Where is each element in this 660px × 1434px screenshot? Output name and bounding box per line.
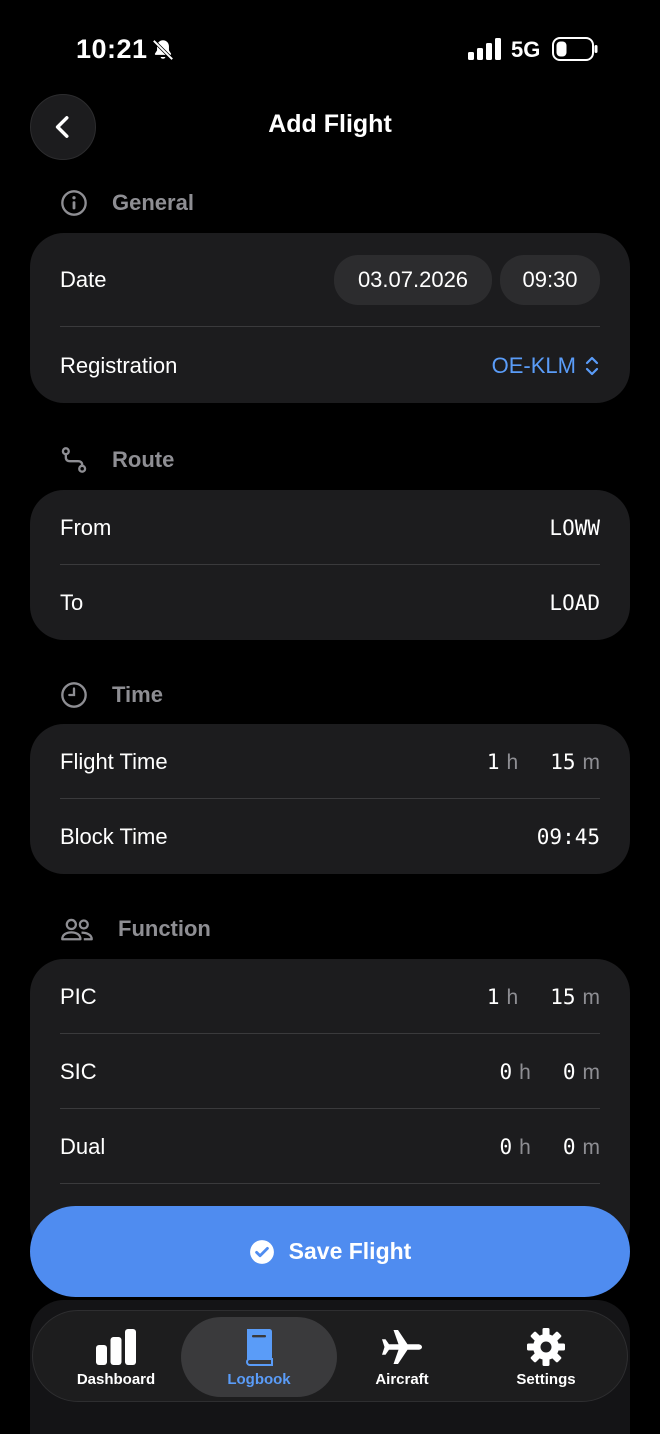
book-icon — [245, 1328, 273, 1366]
bar-chart-icon — [96, 1328, 136, 1365]
info-icon — [61, 190, 87, 216]
registration-row[interactable]: Registration OE-KLM — [60, 341, 600, 391]
network-type: 5G — [511, 37, 541, 62]
airplane-icon — [382, 1329, 422, 1364]
divider — [60, 326, 600, 327]
minutes-value: 0 — [562, 1059, 576, 1084]
tab-label: Dashboard — [76, 1370, 156, 1388]
to-row[interactable]: To LOAD — [60, 578, 600, 628]
pic-time-picker[interactable]: 1 h 15 m — [487, 985, 600, 1010]
time-card: Flight Time 1 h 15 m Block Time 09:45 — [30, 724, 630, 874]
hours-value: 0 — [499, 1059, 513, 1084]
minutes-unit: m — [582, 1060, 601, 1084]
battery-icon — [552, 37, 598, 61]
function-row-sic: SIC 0 h 0 m — [60, 1047, 600, 1097]
hours-value: 1 — [486, 749, 500, 774]
to-input[interactable]: LOAD — [549, 591, 600, 615]
tab-bar: Dashboard Logbook Aircraft Settings — [32, 1310, 628, 1402]
divider — [60, 564, 600, 565]
minutes-unit: m — [582, 985, 601, 1009]
date-row: Date 03.07.2026 09:30 — [60, 255, 600, 305]
section-title: Function — [118, 916, 211, 941]
status-bar: 10:21 5G — [0, 0, 660, 100]
section-title: Route — [112, 447, 175, 472]
from-label: From — [60, 515, 112, 540]
block-time-row: Block Time 09:45 — [60, 812, 600, 862]
route-card: From LOWW To LOAD — [30, 490, 630, 640]
checkmark-circle-icon — [249, 1239, 274, 1264]
block-time-value[interactable]: 09:45 — [537, 825, 600, 849]
section-function-heading: Function — [60, 915, 211, 943]
hours-unit: h — [506, 985, 519, 1009]
hours-unit: h — [506, 750, 519, 774]
registration-value: OE-KLM — [491, 353, 576, 378]
flight-time-picker[interactable]: 1 h 15 m — [487, 750, 600, 775]
cellular-signal-icon — [468, 38, 501, 60]
registration-label: Registration — [60, 353, 178, 378]
time-picker[interactable]: 09:30 — [500, 255, 600, 305]
general-card: Date 03.07.2026 09:30 Registration OE-KL… — [30, 233, 630, 403]
dual-time-picker[interactable]: 0 h 0 m — [500, 1135, 601, 1160]
date-label: Date — [60, 267, 107, 292]
save-button-label: Save Flight — [288, 1238, 412, 1264]
from-row[interactable]: From LOWW — [60, 503, 600, 553]
function-label: SIC — [60, 1059, 97, 1084]
divider — [60, 1183, 600, 1184]
chevron-up-down-icon — [585, 356, 599, 376]
hours-value: 1 — [486, 984, 500, 1009]
section-time-heading: Time — [60, 681, 163, 709]
minutes-unit: m — [582, 750, 601, 774]
tab-label: Settings — [516, 1370, 576, 1388]
flight-time-row: Flight Time 1 h 15 m — [60, 737, 600, 787]
tab-dashboard[interactable]: Dashboard — [41, 1317, 191, 1397]
tab-label: Logbook — [227, 1370, 291, 1388]
tab-aircraft[interactable]: Aircraft — [327, 1317, 477, 1397]
function-row-dual: Dual 0 h 0 m — [60, 1122, 600, 1172]
tab-label: Aircraft — [375, 1370, 429, 1388]
flight-time-label: Flight Time — [60, 749, 168, 774]
function-label: PIC — [60, 984, 97, 1009]
clock-icon — [61, 682, 87, 708]
divider — [60, 1033, 600, 1034]
section-title: General — [112, 190, 194, 215]
to-label: To — [60, 590, 84, 615]
section-title: Time — [112, 682, 163, 707]
registration-selector[interactable]: OE-KLM — [492, 353, 600, 379]
bell-slash-icon — [152, 39, 174, 61]
hours-unit: h — [519, 1135, 531, 1159]
route-icon — [61, 447, 87, 473]
tab-settings[interactable]: Settings — [471, 1317, 621, 1397]
minutes-unit: m — [582, 1135, 601, 1159]
divider — [60, 1108, 600, 1109]
hours-value: 0 — [499, 1134, 513, 1159]
divider — [60, 798, 600, 799]
section-route-heading: Route — [60, 446, 174, 474]
block-time-label: Block Time — [60, 824, 168, 849]
function-label: Dual — [60, 1134, 106, 1159]
tab-logbook[interactable]: Logbook — [181, 1317, 337, 1397]
page-title: Add Flight — [268, 110, 392, 138]
section-general-heading: General — [60, 189, 194, 217]
from-input[interactable]: LOWW — [549, 516, 600, 540]
date-picker[interactable]: 03.07.2026 — [334, 255, 492, 305]
save-flight-button[interactable]: Save Flight — [30, 1206, 630, 1297]
minutes-value: 15 — [550, 749, 576, 774]
minutes-value: 15 — [550, 984, 576, 1009]
status-time: 10:21 — [76, 34, 148, 64]
people-icon — [61, 918, 93, 941]
gear-icon — [527, 1327, 565, 1366]
function-row-pic: PIC 1 h 15 m — [60, 972, 600, 1022]
hours-unit: h — [519, 1060, 531, 1084]
minutes-value: 0 — [562, 1134, 576, 1159]
sic-time-picker[interactable]: 0 h 0 m — [500, 1060, 601, 1085]
